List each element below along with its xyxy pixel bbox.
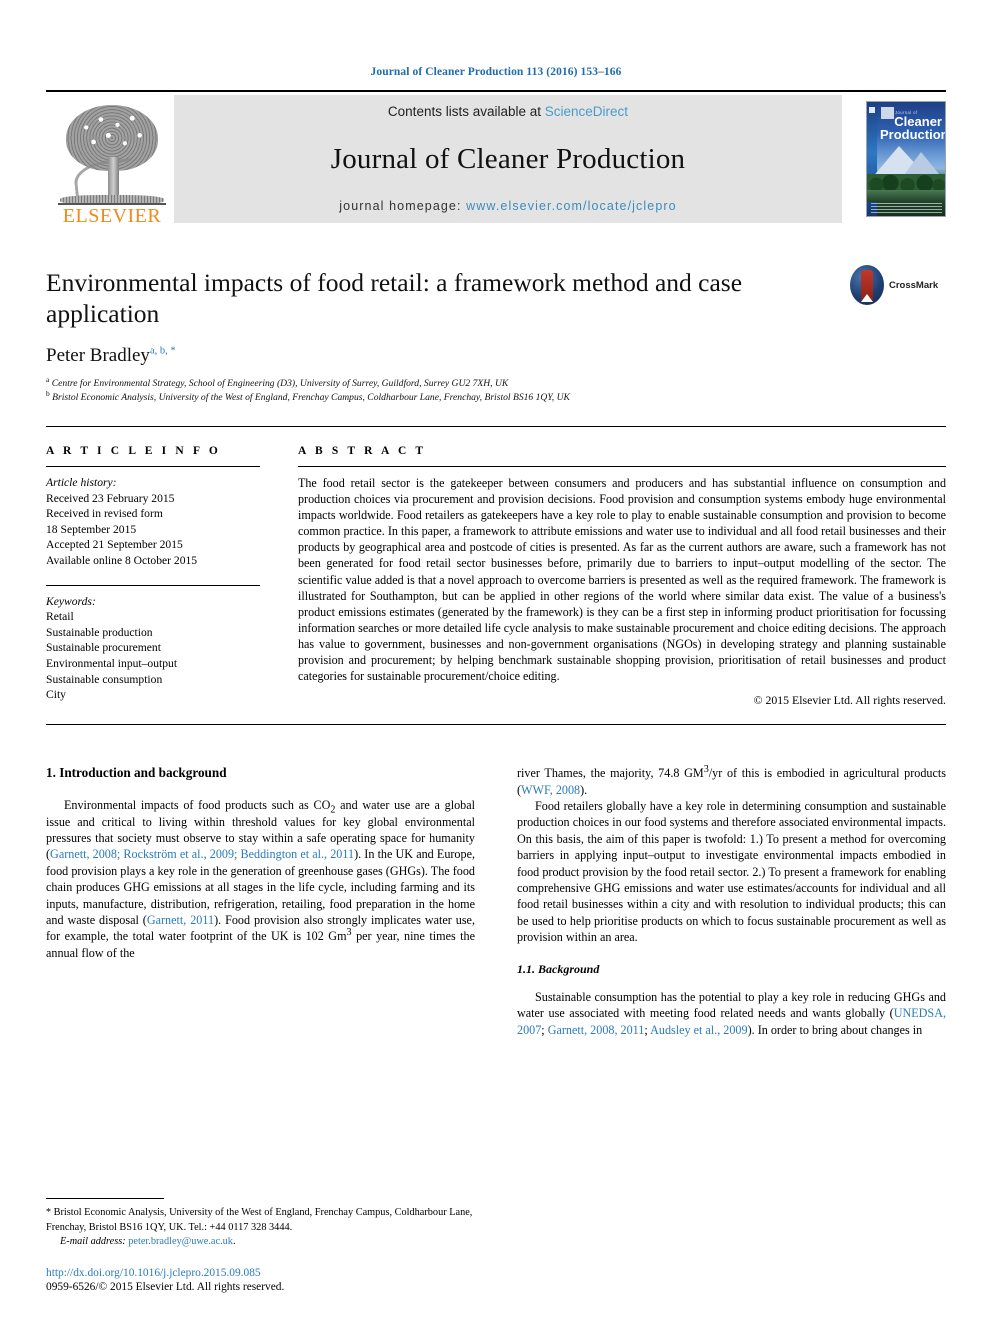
abstract-rule (298, 466, 946, 467)
body-column-left: 1. Introduction and background Environme… (46, 765, 475, 1038)
affiliation-a-mark: a (46, 374, 50, 384)
text-run: ). (580, 782, 588, 797)
email-label: E-mail address: (60, 1235, 126, 1247)
corresponding-author-note: * Bristol Economic Analysis, University … (46, 1206, 498, 1249)
cover-art: Journal of Cleaner Production (866, 101, 946, 217)
homepage-line: journal homepage: www.elsevier.com/locat… (339, 199, 676, 213)
cover-title-line2: Production (880, 127, 946, 142)
footnote-rule (46, 1198, 164, 1200)
email-link[interactable]: peter.bradley@uwe.ac.uk (128, 1236, 233, 1247)
footnote-area: * Bristol Economic Analysis, University … (46, 1198, 498, 1293)
info-band-top-rule (46, 426, 946, 427)
author-line: Peter Bradleya, b, * (46, 345, 946, 367)
contents-line: Contents lists available at ScienceDirec… (388, 104, 628, 119)
abstract-text: The food retail sector is the gatekeeper… (298, 476, 946, 684)
crossmark-badge[interactable]: CrossMark (850, 263, 946, 307)
doi-link[interactable]: http://dx.doi.org/10.1016/j.jclepro.2015… (46, 1267, 498, 1279)
keywords-group: Keywords: Retail Sustainable production … (46, 594, 260, 703)
crossmark-icon (850, 265, 884, 305)
citation-link[interactable]: Garnett, 2008; Rockström et al., 2009; B… (50, 847, 354, 861)
abstract-heading: A B S T R A C T (298, 445, 427, 457)
article-info-heading: A R T I C L E I N F O (46, 445, 221, 457)
crossmark-arrow-icon (861, 294, 873, 302)
elsevier-wordmark: ELSEVIER (62, 205, 162, 227)
paragraph-intro-1-cont: river Thames, the majority, 74.8 GM3/yr … (517, 765, 946, 798)
text-run: Environmental impacts of food products s… (64, 798, 331, 813)
footnote-address: Bristol Economic Analysis, University of… (46, 1207, 473, 1233)
affiliation-b-mark: b (46, 388, 50, 398)
text-run: ). In order to bring about changes in (747, 1022, 923, 1037)
citation-link[interactable]: Garnett, 2011 (147, 913, 214, 927)
info-band-bottom-rule (46, 724, 946, 726)
history-item: Received in revised form (46, 507, 163, 521)
article-history-title: Article history: (46, 476, 117, 489)
keyword-item: Sustainable production (46, 625, 153, 639)
cover-footer-text (871, 201, 942, 213)
section-heading-1: 1. Introduction and background (46, 765, 227, 781)
citation-link[interactable]: WWF, 2008 (521, 783, 580, 797)
author-name[interactable]: Peter Bradley (46, 345, 150, 366)
article-info-rule (46, 466, 260, 467)
body-columns: 1. Introduction and background Environme… (46, 765, 946, 1038)
title-block: Environmental impacts of food retail: a … (46, 265, 946, 405)
journal-masthead: ELSEVIER Contents lists available at Sci… (46, 95, 946, 227)
keyword-item: Environmental input–output (46, 656, 178, 670)
header-rule (46, 90, 946, 92)
author-affiliation-marks: a, b, * (149, 345, 176, 357)
cover-title: Cleaner Production (880, 115, 945, 141)
running-head: Journal of Cleaner Production 113 (2016)… (370, 66, 622, 78)
body-column-right: river Thames, the majority, 74.8 GM3/yr … (517, 765, 946, 1038)
crossmark-label: CrossMark (889, 279, 939, 291)
section-heading-1-1: 1.1. Background (517, 961, 600, 976)
article-info-column: A R T I C L E I N F O Article history: R… (46, 445, 298, 708)
history-item: 18 September 2015 (46, 522, 137, 536)
affiliation-a-text: Centre for Environmental Strategy, Schoo… (51, 378, 509, 389)
citation-link[interactable]: Audsley et al., 2009 (650, 1023, 747, 1037)
footnote-email-line: E-mail address: peter.bradley@uwe.ac.uk. (46, 1235, 498, 1249)
affiliations: a Centre for Environmental Strategy, Sch… (46, 374, 946, 405)
history-item: Available online 8 October 2015 (46, 553, 198, 567)
abstract-copyright: © 2015 Elsevier Ltd. All rights reserved… (753, 693, 946, 708)
affiliation-a: a Centre for Environmental Strategy, Sch… (46, 374, 946, 391)
keyword-item: Retail (46, 610, 74, 624)
homepage-prefix: journal homepage: (339, 199, 462, 213)
affiliation-b-text: Bristol Economic Analysis, University of… (52, 391, 570, 403)
keywords-title: Keywords: (46, 594, 96, 608)
keyword-item: Sustainable procurement (46, 641, 161, 655)
journal-title: Journal of Cleaner Production (330, 142, 686, 175)
abstract-column: A B S T R A C T The food retail sector i… (298, 445, 946, 708)
info-abstract-band: A R T I C L E I N F O Article history: R… (46, 445, 946, 708)
contents-prefix: Contents lists available at (387, 104, 542, 119)
sciencedirect-link[interactable]: ScienceDirect (545, 104, 628, 119)
keyword-item: Sustainable consumption (46, 672, 163, 686)
keyword-item: City (46, 688, 66, 702)
paragraph-intro-2: Food retailers globally have a key role … (517, 799, 946, 945)
footnote-star: * (46, 1207, 51, 1219)
elsevier-logo[interactable]: ELSEVIER (46, 95, 174, 227)
history-item: Received 23 February 2015 (46, 491, 175, 505)
issn-copyright: 0959-6526/© 2015 Elsevier Ltd. All right… (46, 1281, 285, 1293)
masthead-band: Contents lists available at ScienceDirec… (174, 95, 842, 223)
history-item: Accepted 21 September 2015 (46, 538, 183, 552)
elsevier-tree-icon: ELSEVIER (52, 99, 168, 227)
journal-cover-thumbnail[interactable]: Journal of Cleaner Production (842, 95, 946, 223)
article-history: Article history: Received 23 February 20… (46, 475, 260, 569)
text-run: Sustainable consumption has the potentia… (517, 989, 946, 1021)
article-page: Journal of Cleaner Production 113 (2016)… (0, 0, 992, 1323)
cover-spine-dot (869, 107, 875, 113)
keywords-rule (46, 584, 260, 586)
paragraph-background-1: Sustainable consumption has the potentia… (517, 989, 946, 1038)
email-trailer: . (232, 1235, 236, 1247)
homepage-link[interactable]: www.elsevier.com/locate/jclepro (466, 199, 677, 213)
paragraph-intro-1: Environmental impacts of food products s… (46, 797, 475, 961)
citation-link[interactable]: Garnett, 2008, 2011 (548, 1023, 645, 1037)
affiliation-b: b Bristol Economic Analysis, University … (46, 388, 946, 405)
page-title: Environmental impacts of food retail: a … (46, 268, 743, 328)
text-run: river Thames, the majority, 74.8 GM (517, 766, 704, 781)
